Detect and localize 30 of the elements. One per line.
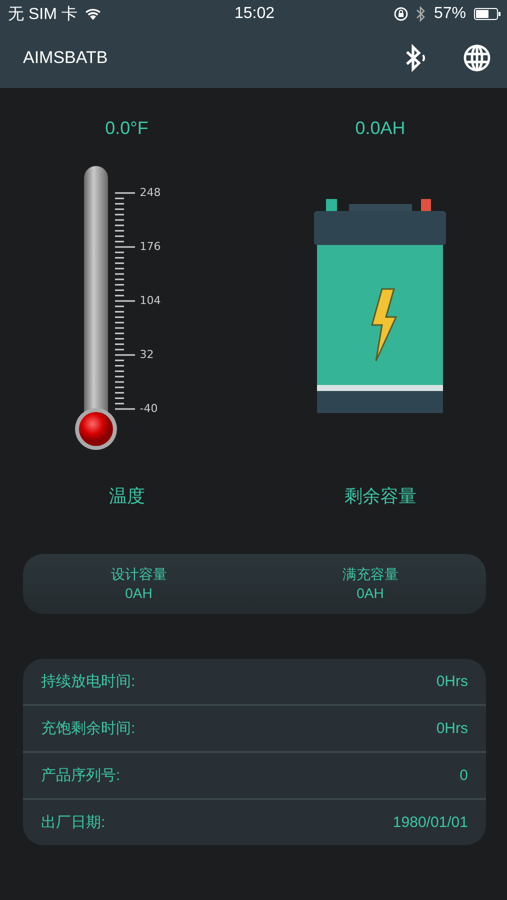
capacity-label: 设计容量 <box>110 565 167 584</box>
gauge-value: 0.0°F <box>105 118 148 140</box>
gauge-label: 温度 <box>108 485 145 508</box>
clock: 15:02 <box>234 5 275 23</box>
scale-label: 32 <box>140 348 155 362</box>
battery-icon <box>474 8 501 20</box>
app-title: AIMSBATB <box>23 48 108 68</box>
scale-label: 248 <box>140 186 161 200</box>
carrier-label: 无 SIM 卡 <box>8 4 78 24</box>
info-value: 0Hrs <box>436 720 468 737</box>
scale-label: 104 <box>140 294 161 308</box>
info-label: 产品序列号: <box>41 766 120 785</box>
globe-icon[interactable] <box>463 44 491 72</box>
capacity-value: 0AH <box>356 584 384 603</box>
bluetooth-icon <box>416 6 426 22</box>
info-label: 充饱剩余时间: <box>41 719 136 738</box>
capacity-label: 满充容量 <box>342 565 398 584</box>
gauge-value: 0.0AH <box>355 118 406 140</box>
info-label: 出厂日期: <box>41 813 106 832</box>
rotation-lock-icon <box>394 7 408 21</box>
scale-label: -40 <box>140 402 159 416</box>
wifi-icon <box>85 8 102 20</box>
info-label: 持续放电时间: <box>41 672 136 691</box>
gauge-label: 剩余容量 <box>344 485 416 508</box>
battery-percent: 57% <box>434 5 466 23</box>
info-value: 0 <box>460 767 468 784</box>
scale-label: 176 <box>140 240 161 254</box>
info-value: 1980/01/01 <box>392 814 468 831</box>
capacity-value: 0AH <box>125 584 152 603</box>
info-value: 0Hrs <box>436 673 468 690</box>
